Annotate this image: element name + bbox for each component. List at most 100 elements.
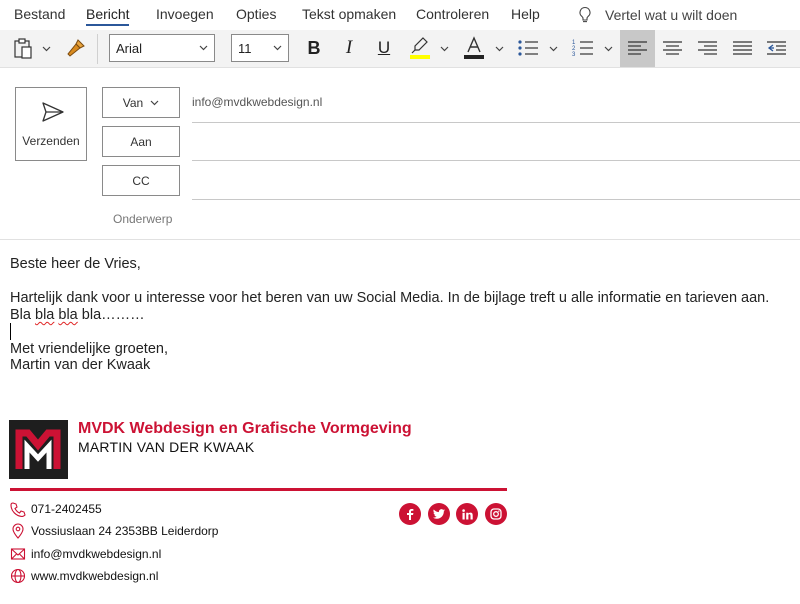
signature-email[interactable]: info@mvdkwebdesign.nl xyxy=(31,547,161,561)
body-greeting: Beste heer de Vries, xyxy=(10,256,141,272)
numbered-list-icon: 1 2 3 xyxy=(572,40,593,58)
bullet-list-button[interactable] xyxy=(517,37,539,59)
align-left-button[interactable] xyxy=(620,30,655,67)
location-pin-icon xyxy=(12,523,24,539)
align-left-icon xyxy=(628,41,647,55)
tab-bestand[interactable]: Bestand xyxy=(14,6,65,22)
bullet-list-icon xyxy=(518,40,538,56)
phone-icon xyxy=(10,502,26,517)
to-label: Aan xyxy=(130,134,152,149)
chevron-down-icon xyxy=(549,46,558,52)
from-field-line xyxy=(192,122,800,123)
bold-button[interactable]: B xyxy=(304,36,324,60)
tab-bericht[interactable]: Bericht xyxy=(86,6,130,22)
body-sender: Martin van der Kwaak xyxy=(10,357,151,373)
italic-button[interactable]: I xyxy=(340,36,358,60)
send-button[interactable]: Verzenden xyxy=(15,87,87,161)
signature-divider xyxy=(10,488,507,491)
tell-me-search[interactable]: Vertel wat u wilt doen xyxy=(578,5,737,25)
bla-word: Bla xyxy=(10,307,31,323)
justify-button[interactable] xyxy=(733,41,753,57)
from-button[interactable]: Van xyxy=(102,87,180,118)
twitter-link[interactable] xyxy=(428,503,450,525)
font-size-select[interactable]: 11 xyxy=(231,34,289,62)
chevron-down-icon xyxy=(604,46,613,52)
font-name-value: Arial xyxy=(116,40,143,56)
underline-button[interactable]: U xyxy=(374,36,394,60)
align-center-button[interactable] xyxy=(663,41,683,57)
chevron-down-icon xyxy=(42,46,51,52)
highlight-button[interactable] xyxy=(409,35,431,61)
align-right-button[interactable] xyxy=(698,41,718,57)
paste-button[interactable] xyxy=(12,37,34,59)
font-size-value: 11 xyxy=(238,40,252,56)
body-closing: Met vriendelijke groeten, xyxy=(10,341,168,357)
send-icon xyxy=(42,102,64,122)
send-label: Verzenden xyxy=(22,134,80,148)
chevron-down-icon xyxy=(150,100,159,105)
paste-dropdown[interactable] xyxy=(42,46,51,52)
toolbar-separator xyxy=(97,34,98,64)
signature-phone[interactable]: 071-2402455 xyxy=(31,502,102,516)
mvdk-logo-icon xyxy=(15,429,61,469)
lightbulb-icon xyxy=(579,6,591,23)
tab-invoegen[interactable]: Invoegen xyxy=(156,6,214,22)
bla-word: bla……… xyxy=(81,307,145,323)
chevron-down-icon xyxy=(273,45,282,51)
decrease-indent-icon xyxy=(767,41,786,55)
subject-field[interactable]: Onderwerp xyxy=(113,212,172,226)
align-center-icon xyxy=(663,41,682,55)
highlighter-icon xyxy=(410,37,430,59)
facebook-link[interactable] xyxy=(399,503,421,525)
instagram-link[interactable] xyxy=(485,503,507,525)
bullet-list-dropdown[interactable] xyxy=(549,46,558,52)
ribbon-toolbar: Arial 11 B I U 1 2 3 xyxy=(0,30,800,68)
body-paragraph: Hartelijk dank voor u interesse voor het… xyxy=(10,290,770,306)
body-divider xyxy=(0,239,800,240)
cc-button[interactable]: CC xyxy=(102,165,180,196)
body-bla-line: Bla bla bla bla……… xyxy=(10,307,145,323)
linkedin-link[interactable] xyxy=(456,503,478,525)
signature-email-row: info@mvdkwebdesign.nl xyxy=(10,545,161,563)
linkedin-icon xyxy=(461,508,473,519)
tell-me-text: Vertel wat u wilt doen xyxy=(605,7,738,23)
font-color-dropdown[interactable] xyxy=(495,46,504,52)
to-button[interactable]: Aan xyxy=(102,126,180,157)
font-color-button[interactable] xyxy=(463,35,485,61)
font-name-select[interactable]: Arial xyxy=(109,34,215,62)
signature-website-row: www.mvdkwebdesign.nl xyxy=(10,567,158,585)
chevron-down-icon xyxy=(199,45,208,51)
globe-icon xyxy=(10,568,26,584)
clipboard-icon xyxy=(14,38,32,59)
decrease-indent-button[interactable] xyxy=(767,41,787,57)
ribbon-tabs: Bestand Bericht Invoegen Opties Tekst op… xyxy=(0,0,800,30)
align-right-icon xyxy=(698,41,717,55)
misspelled-word[interactable]: bla xyxy=(35,307,54,323)
svg-text:3: 3 xyxy=(572,52,576,58)
highlight-dropdown[interactable] xyxy=(440,46,449,52)
signature-address: Vossiuslaan 24 2353BB Leiderdorp xyxy=(31,524,219,538)
instagram-icon xyxy=(490,508,502,520)
from-address[interactable]: info@mvdkwebdesign.nl xyxy=(192,95,322,109)
chevron-down-icon xyxy=(495,46,504,52)
to-field-line[interactable] xyxy=(192,160,800,161)
signature-name: MARTIN VAN DER KWAAK xyxy=(78,439,255,455)
numbered-list-dropdown[interactable] xyxy=(604,46,613,52)
cc-field-line[interactable] xyxy=(192,199,800,200)
format-painter-button[interactable] xyxy=(65,37,87,59)
signature-company: MVDK Webdesign en Grafische Vormgeving xyxy=(78,420,412,437)
twitter-icon xyxy=(433,509,445,519)
numbered-list-button[interactable]: 1 2 3 xyxy=(572,37,594,59)
tab-tekst-opmaken[interactable]: Tekst opmaken xyxy=(302,6,396,22)
signature-phone-row: 071-2402455 xyxy=(10,500,102,518)
facebook-icon xyxy=(407,509,414,520)
signature-website[interactable]: www.mvdkwebdesign.nl xyxy=(31,569,158,583)
misspelled-word[interactable]: bla xyxy=(58,307,77,323)
tab-controleren[interactable]: Controleren xyxy=(416,6,489,22)
tab-help[interactable]: Help xyxy=(511,6,540,22)
signature-address-row: Vossiuslaan 24 2353BB Leiderdorp xyxy=(10,522,218,540)
tab-opties[interactable]: Opties xyxy=(236,6,276,22)
company-logo xyxy=(9,420,68,479)
cc-label: CC xyxy=(132,173,150,188)
email-icon xyxy=(10,548,26,560)
